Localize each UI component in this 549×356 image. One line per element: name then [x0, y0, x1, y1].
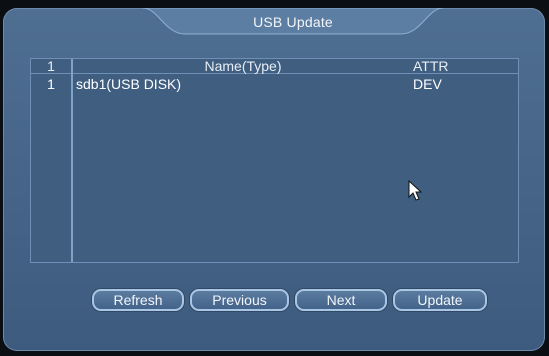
previous-button[interactable]: Previous — [190, 289, 289, 311]
row-attr: DEV — [413, 76, 442, 92]
header-index[interactable]: 1 — [31, 59, 71, 73]
update-button[interactable]: Update — [393, 289, 487, 311]
file-list-panel: 1 Name(Type) ATTR 1 sdb1(USB DISK) DEV — [30, 58, 519, 263]
header-name[interactable]: Name(Type) — [75, 59, 411, 73]
dialog-title: USB Update — [253, 14, 333, 30]
row-name: sdb1(USB DISK) — [76, 76, 182, 92]
mouse-pointer-icon — [408, 179, 423, 207]
table-header: 1 Name(Type) ATTR — [31, 59, 518, 74]
refresh-button[interactable]: Refresh — [92, 289, 184, 311]
button-bar: Refresh Previous Next Update — [3, 289, 545, 311]
table-row[interactable]: 1 sdb1(USB DISK) DEV — [31, 76, 518, 92]
next-button[interactable]: Next — [295, 289, 387, 311]
usb-update-dialog: USB Update 1 Name(Type) ATTR 1 sdb1(USB … — [3, 8, 545, 351]
header-attr[interactable]: ATTR — [413, 59, 503, 73]
title-tab: USB Update — [143, 8, 443, 36]
row-index: 1 — [47, 76, 55, 92]
